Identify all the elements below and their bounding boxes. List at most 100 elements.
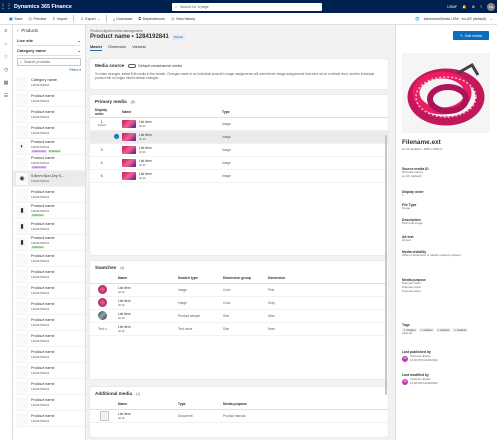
breadcrumb[interactable]: Product digital media management [90, 29, 142, 33]
list-item[interactable]: Product name 12849792841 [13, 123, 85, 139]
col-swatch-type[interactable]: Swatch type [178, 274, 223, 284]
swatch-name[interactable]: List item [118, 325, 178, 329]
help-icon[interactable]: ? [480, 5, 482, 9]
list-item[interactable]: ◉ 9.8mm Non-Dry K... 12849792841 [13, 171, 85, 187]
user-avatar[interactable]: CE [487, 2, 495, 11]
col-type[interactable]: Type [178, 400, 223, 410]
list-item[interactable]: ▮ Product name 12849792841 Published [13, 235, 85, 251]
list-item[interactable]: Product name 12849792841 [13, 315, 85, 331]
view-all-link[interactable]: View all [402, 331, 468, 336]
col-name[interactable]: Name [118, 274, 178, 284]
detail-field: Media visibility When a dimension or var… [402, 250, 490, 258]
waffle-icon[interactable]: ⋮⋮ [0, 0, 12, 13]
tag-chip[interactable]: ✕ Outdoor [452, 328, 468, 332]
col-type[interactable]: Type [222, 108, 388, 118]
view-history-button[interactable]: ◷ View history [171, 16, 195, 21]
clock-icon[interactable]: ◷ [0, 64, 12, 77]
dependencies-button[interactable]: ⧉ Dependences [138, 16, 165, 21]
company-label[interactable]: USMF [447, 5, 457, 9]
table-row[interactable]: Text v... List item 40 kb Text value Size… [90, 322, 388, 336]
sort-selector[interactable]: Category name ⌄ [17, 46, 81, 56]
app-name[interactable]: Dynamics 365 Finance [14, 4, 72, 10]
back-icon[interactable]: ‹ [17, 28, 18, 33]
table-row[interactable]: List item 40 kb Image Color Gray [90, 296, 388, 310]
list-item[interactable]: Product name 12849792841 [13, 363, 85, 379]
select-cell[interactable] [114, 117, 122, 131]
edit-media-button[interactable]: ✎ Edit media [453, 31, 489, 40]
download-button[interactable]: ⤓ Download [113, 16, 132, 21]
site-selector[interactable]: Live site ⌄ [17, 36, 81, 46]
col-dimension[interactable]: Dimension [268, 274, 388, 284]
list-item[interactable]: Product name 12849792841 [13, 331, 85, 347]
table-row[interactable]: 5. List item 40 kb Image [90, 169, 388, 183]
product-search-input[interactable]: ⌕ Search products [17, 58, 81, 66]
list-item[interactable]: Category name 12849792841 [13, 75, 85, 91]
col-name[interactable]: Name [122, 108, 222, 118]
order-sub: Default [97, 124, 107, 127]
select-cell[interactable]: ✓ [114, 130, 122, 144]
swatch-name[interactable]: List item [118, 312, 178, 316]
file-meta: en-US (default) • 1565 x 1500 px [402, 147, 443, 151]
tag-chip[interactable]: ✕ Outdoor [435, 328, 451, 332]
product-name: Product name [31, 382, 55, 386]
locale-selector[interactable]: 🌐 AdventureWorks USA · en-US (default) ⌄ [415, 13, 493, 25]
save-icon: ▣ [9, 16, 13, 21]
star-icon[interactable]: ☆ [0, 51, 12, 64]
list-item[interactable]: ▮ Product name 12849792841 Published [13, 203, 85, 219]
status-badge: Customized [31, 166, 47, 169]
select-cell[interactable] [114, 169, 122, 183]
table-row[interactable]: 4. List item 40 kb Image [90, 156, 388, 170]
col-media-purpose[interactable]: Media purpose [223, 400, 388, 410]
table-row[interactable]: List item 40 kb Image Color Pink [90, 283, 388, 297]
checkmark-icon[interactable]: ✓ [114, 134, 119, 139]
list-item[interactable]: Product name 12849792841 [13, 379, 85, 395]
home-icon[interactable]: ⌂ [0, 38, 12, 51]
tab-master[interactable]: Master [90, 45, 103, 51]
list-icon[interactable]: ☰ [0, 90, 12, 103]
list-item[interactable]: Product name 12849792841 [13, 251, 85, 267]
table-row[interactable]: List item 40 kb Product sample Size 5mm [90, 309, 388, 323]
list-item[interactable]: Product name 12849792841 Customized [13, 155, 85, 171]
hamburger-icon[interactable]: ≡ [0, 25, 12, 38]
media-name[interactable]: List item [118, 412, 178, 416]
list-item[interactable]: Product name 12849792841 [13, 107, 85, 123]
list-item[interactable]: Product name 12849792841 [13, 187, 85, 203]
select-cell[interactable] [114, 143, 122, 157]
swatch-name[interactable]: List item [118, 286, 178, 290]
table-row[interactable]: ✓ List item 40 kb Image [90, 130, 388, 144]
list-item[interactable]: Product name 12849792841 [13, 299, 85, 315]
filters-button[interactable]: Filters ▾ [13, 68, 85, 75]
list-item[interactable]: ▮ Product name 12849792841 [13, 219, 85, 235]
swatches-heading: Swatches (4) [90, 261, 388, 274]
grid-icon[interactable]: ▦ [0, 77, 12, 90]
bell-icon[interactable]: 🔔 [462, 5, 466, 9]
select-cell[interactable] [114, 156, 122, 170]
list-item[interactable]: Product name 12849792841 [13, 91, 85, 107]
tab-variants[interactable]: Variants [132, 45, 146, 51]
scrollbar[interactable] [385, 135, 387, 395]
preview-button[interactable]: ◎ Preview [28, 16, 46, 21]
swatch-name[interactable]: List item [118, 299, 178, 303]
preview-image [402, 53, 490, 133]
tab-dimension[interactable]: Dimension [108, 45, 126, 51]
list-item[interactable]: Product name 12849792841 [13, 395, 85, 411]
save-button[interactable]: ▣ Save [9, 16, 22, 21]
export-button[interactable]: ↧ Export ⌄ [80, 16, 100, 21]
default-media-toggle[interactable]: Default omnichannel media [128, 63, 182, 68]
col-name[interactable]: Name [118, 400, 178, 410]
tag-chip[interactable]: ✕ Outdoor [418, 328, 435, 332]
table-row[interactable]: 1. Default List item 40 kb Image [90, 117, 388, 131]
col-display-order[interactable]: Display order [90, 108, 114, 118]
table-row[interactable]: 3. List item 40 kb Image [90, 143, 388, 157]
list-item[interactable]: Product name 12849792841 [13, 347, 85, 363]
list-item[interactable]: ◐ Product name 12849792841 Customized Pub… [13, 139, 85, 155]
gear-icon[interactable]: ⚙ [472, 5, 475, 9]
list-item[interactable]: Product name 12849792841 [13, 411, 85, 427]
import-button[interactable]: ↥ Import [52, 16, 67, 21]
list-item[interactable]: Product name 12849792841 [13, 267, 85, 283]
list-item[interactable]: Product name 12849792841 [13, 283, 85, 299]
toggle-switch[interactable] [128, 63, 137, 68]
global-search[interactable]: ⌕ Search for a page [172, 2, 322, 11]
table-row[interactable]: List item 40 kb Document Product manual [90, 409, 388, 423]
col-dimension-group[interactable]: Dimension group [223, 274, 268, 284]
